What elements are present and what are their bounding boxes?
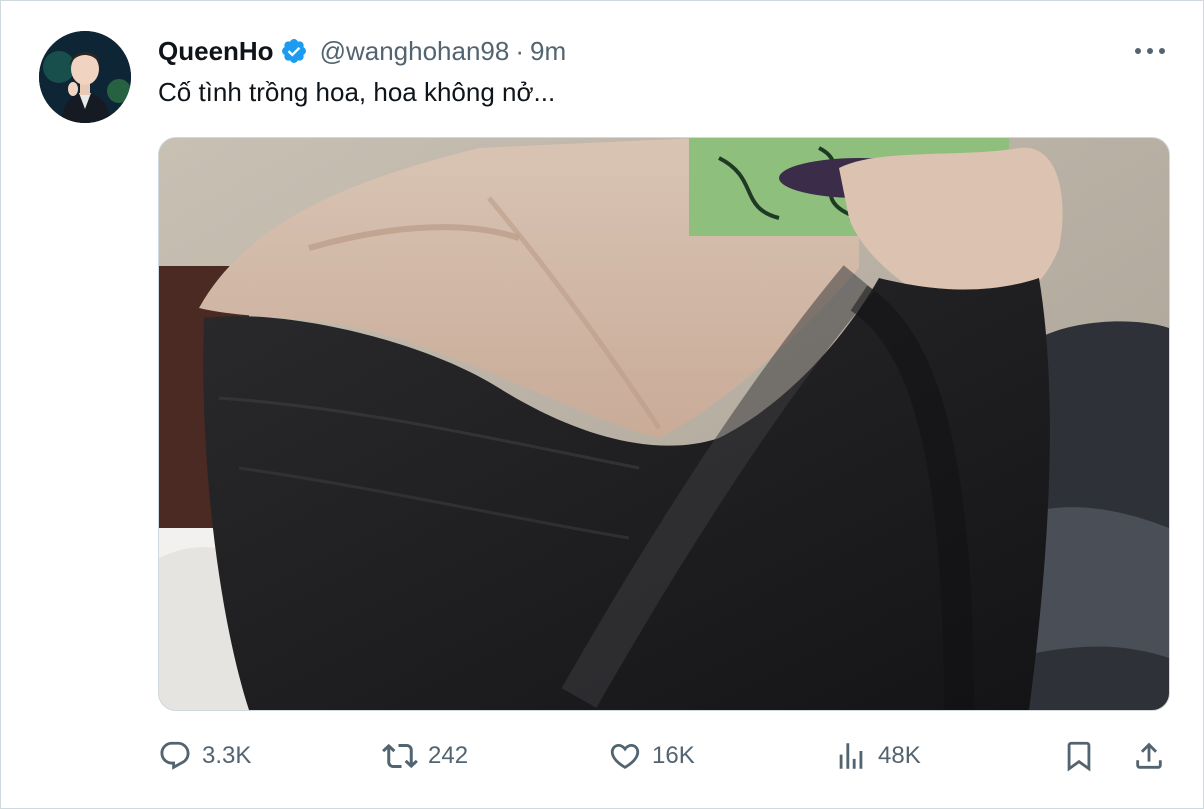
bookmark-icon xyxy=(1067,741,1091,772)
author-display-name[interactable]: QueenHo xyxy=(158,36,274,67)
reply-icon xyxy=(160,741,190,770)
tweet-actions: 3.3K 242 16K 48K xyxy=(158,731,1168,781)
retweet-count: 242 xyxy=(428,742,469,769)
avatar-photo xyxy=(39,31,131,123)
share-button[interactable] xyxy=(1132,731,1166,781)
retweet-icon xyxy=(382,743,418,769)
tweet-text: Cố tình trồng hoa, hoa không nở... xyxy=(158,77,556,107)
heart-icon xyxy=(610,743,640,769)
like-count: 16K xyxy=(652,742,695,769)
author-handle[interactable]: @wanghohan98 xyxy=(320,36,510,67)
reply-button[interactable]: 3.3K xyxy=(158,731,251,781)
header-separator: · xyxy=(515,35,525,66)
views-button[interactable]: 48K xyxy=(834,731,921,781)
verified-badge-icon[interactable] xyxy=(280,37,308,65)
tweet-header: QueenHo @wanghohan98 · 9m xyxy=(158,31,566,71)
views-count: 48K xyxy=(878,742,921,769)
share-icon xyxy=(1136,742,1162,769)
avatar[interactable] xyxy=(39,31,131,123)
tweet-card: QueenHo @wanghohan98 · 9m Cố tình trồng … xyxy=(0,0,1204,809)
analytics-bars-icon xyxy=(839,743,863,769)
tweet-media-image[interactable] xyxy=(158,137,1170,711)
like-button[interactable]: 16K xyxy=(608,731,695,781)
tweet-timestamp[interactable]: 9m xyxy=(530,36,566,67)
more-dots-icon xyxy=(1135,48,1165,54)
bookmark-button[interactable] xyxy=(1062,731,1096,781)
more-options-button[interactable] xyxy=(1125,39,1175,63)
reply-count: 3.3K xyxy=(202,742,252,769)
photo-icon xyxy=(159,138,1169,710)
retweet-button[interactable]: 242 xyxy=(382,731,468,781)
